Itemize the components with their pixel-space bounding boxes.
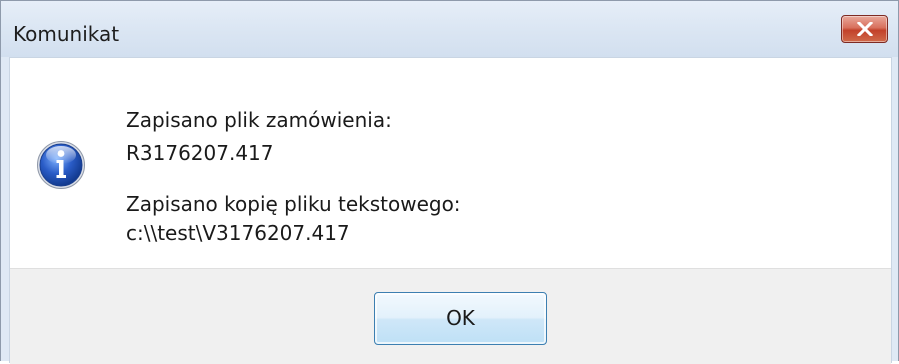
dialog-content: Zapisano plik zamówienia: R3176207.417 Z…	[9, 57, 892, 364]
message-line-3: Zapisano kopię pliku tekstowego:	[126, 192, 461, 216]
window-title: Komunikat	[13, 22, 120, 46]
message-line-4: c:\\test\V3176207.417	[126, 221, 350, 245]
message-line-2: R3176207.417	[126, 141, 274, 165]
message-line-1: Zapisano plik zamówienia:	[126, 108, 392, 132]
ok-button[interactable]: OK	[374, 292, 547, 345]
title-bar[interactable]: Komunikat	[1, 1, 898, 57]
close-icon	[857, 22, 873, 36]
info-icon	[37, 141, 85, 189]
close-button[interactable]	[841, 15, 888, 43]
dialog-footer: OK	[10, 268, 891, 364]
message-dialog: Komunikat Zapisano plik zamówienia: R317…	[0, 0, 899, 364]
